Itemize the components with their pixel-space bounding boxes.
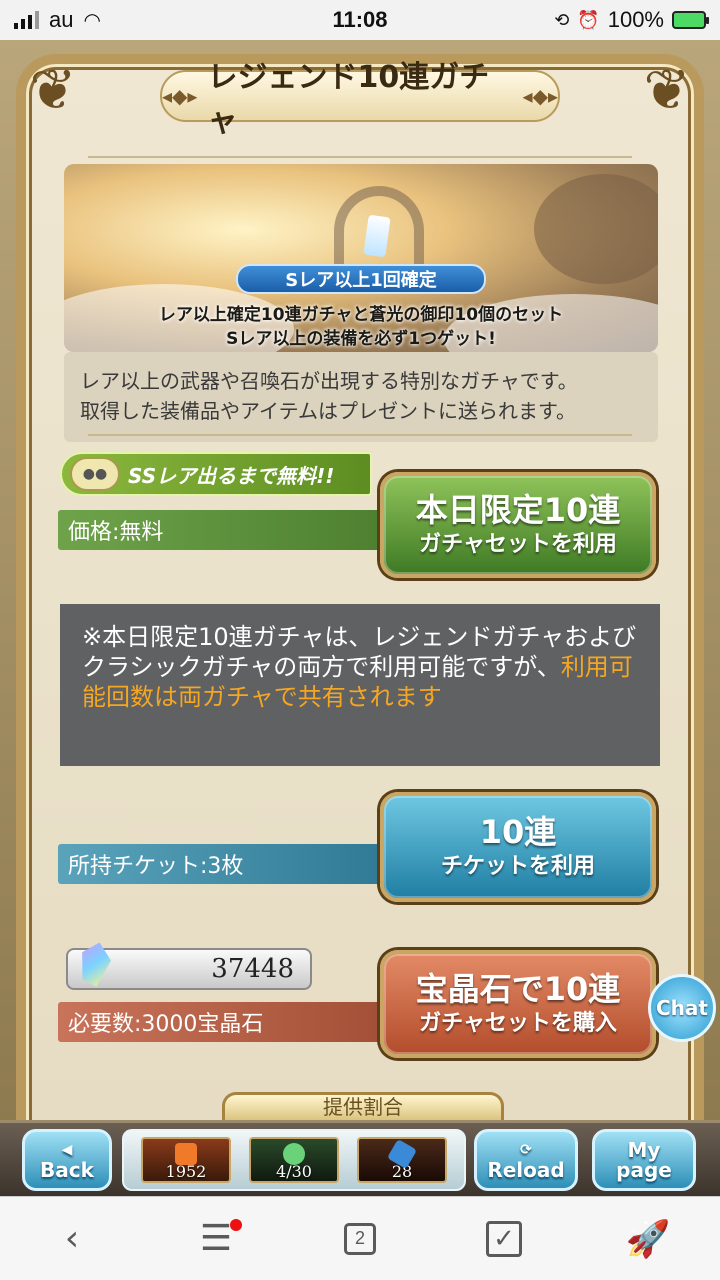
back-button[interactable]: ◀ Back (22, 1129, 112, 1191)
page-title-text: レジェンド10連ガチャ (207, 60, 490, 139)
title-right-ornament-icon: ◂◆▸ (522, 84, 558, 108)
clock: 11:08 (332, 7, 388, 32)
crystal-balance-value: 37448 (211, 954, 294, 984)
signal-icon (14, 11, 39, 29)
page-title: ◂◆▸ レジェンド10連ガチャ ◂◆▸ (160, 60, 560, 139)
daily-10-draw-button[interactable]: 本日限定10連 ガチャセットを利用 (380, 472, 656, 578)
notice-box: ※本日限定10連ガチャは、レジェンドガチャおよびクラシックガチャの両方で利用可能… (60, 604, 660, 766)
tab-count-value: 2 (354, 1228, 365, 1248)
crystal-required-label: 必要数:3000宝晶石 (58, 1002, 398, 1042)
browser-bookmark-button[interactable]: ✓ (464, 1209, 544, 1269)
title-divider (88, 156, 632, 158)
ticket-button-line-1: 10連 (479, 813, 557, 851)
mypage-button[interactable]: My page (592, 1129, 696, 1191)
banner-line-2: Sレア以上の装備を必ず1つゲット! (226, 329, 496, 349)
tabs-icon: 2 (344, 1222, 376, 1255)
notification-dot (230, 1218, 242, 1231)
checkbox-icon: ✓ (486, 1220, 522, 1257)
free-until-ssr-badge: ●● SSレア出るまで無料!! (60, 452, 372, 496)
reload-button[interactable]: ⟳ Reload (474, 1129, 578, 1191)
frame-corner-left-icon: ❦ (29, 58, 77, 123)
crystal-button-line-2: ガチャセットを購入 (419, 1011, 617, 1036)
daily-button-line-2: ガチャセットを利用 (419, 532, 617, 557)
crystal-button-line-1: 宝晶石で10連 (415, 970, 621, 1008)
description-line-2: 取得した装備品やアイテムはプレゼントに送られます。 (80, 399, 576, 423)
frame-corner-right-icon: ❦ (643, 58, 691, 123)
item-shortcuts: 1952 4/30 28 (122, 1129, 466, 1191)
description-divider (88, 434, 632, 436)
browser-rocket-button[interactable]: 🚀 (608, 1209, 688, 1269)
ticket-button-line-2: チケットを利用 (440, 854, 595, 879)
status-bar: au ◠ 11:08 ⟲ ⏰ 100% (0, 0, 720, 40)
wifi-icon: ◠ (83, 9, 101, 32)
orientation-lock-icon: ⟲ (554, 9, 570, 30)
browser-menu-button[interactable]: ☰ (176, 1209, 256, 1269)
daily-price-label: 価格:無料 (58, 510, 398, 550)
battery-percent: 100% (607, 7, 664, 32)
chat-label: Chat (656, 996, 708, 1020)
game-view: ❦ ❦ ◂◆▸ レジェンド10連ガチャ ◂◆▸ Sレア以上1回確定 レア以上確定… (0, 40, 720, 1120)
mypage-line-2: page (616, 1158, 672, 1182)
drop-rates-button[interactable]: 提供割合 (222, 1092, 504, 1120)
title-left-ornament-icon: ◂◆▸ (162, 84, 198, 108)
status-right: ⟲ ⏰ 100% (466, 7, 709, 33)
banner-tag: Sレア以上1回確定 (236, 264, 486, 294)
game-bottom-bar: ◀ Back 1952 4/30 28 ⟳ Reload My page (0, 1120, 720, 1196)
daily-button-line-1: 本日限定10連 (415, 491, 621, 529)
notice-text: ※本日限定10連ガチャは、レジェンドガチャおよびクラシックガチャの両方で利用可能… (82, 623, 637, 681)
ticket-count-text: 所持チケット:3枚 (68, 854, 244, 879)
buy-with-crystals-button[interactable]: 宝晶石で10連 ガチャセットを購入 (380, 950, 656, 1058)
item-slot-3[interactable]: 28 (357, 1137, 447, 1183)
carrier-label: au (49, 7, 74, 32)
back-chevron-icon: ‹ (64, 1218, 80, 1259)
daily-price-text: 価格:無料 (68, 520, 164, 545)
browser-toolbar: ‹ ☰ 2 ✓ 🚀 (0, 1196, 720, 1280)
chat-button[interactable]: Chat (648, 974, 716, 1042)
menu-icon: ☰ (199, 1218, 233, 1259)
item-slot-2[interactable]: 4/30 (249, 1137, 339, 1183)
browser-tabs-button[interactable]: 2 (320, 1209, 400, 1269)
reload-icon: ⟳ (520, 1142, 532, 1158)
free-badge-text: SSレア出るまで無料!! (128, 463, 335, 488)
battery-icon (672, 11, 709, 29)
crystal-required-text: 必要数:3000宝晶石 (68, 1012, 264, 1037)
alarm-icon: ⏰ (577, 9, 600, 30)
browser-back-button[interactable]: ‹ (32, 1209, 112, 1269)
banner-cloud (534, 174, 658, 284)
item-green-icon (283, 1143, 305, 1165)
back-label: Back (40, 1158, 94, 1182)
description-line-1: レア以上の武器や召喚石が出現する特別なガチャです。 (80, 369, 578, 393)
ticket-count-label: 所持チケット:3枚 (58, 844, 398, 884)
reload-label: Reload (487, 1158, 565, 1182)
item-orange-icon (175, 1143, 197, 1165)
mypage-line-1: My (627, 1138, 661, 1162)
use-ticket-button[interactable]: 10連 チケットを利用 (380, 792, 656, 902)
rocket-icon: 🚀 (625, 1218, 671, 1260)
mascot-face-icon: ●● (70, 457, 120, 491)
gacha-banner[interactable]: Sレア以上1回確定 レア以上確定10連ガチャと蒼光の御印10個のセット Sレア以… (64, 164, 658, 352)
banner-line-1: レア以上確定10連ガチャと蒼光の御印10個のセット (158, 305, 564, 325)
gacha-description: レア以上の武器や召喚石が出現する特別なガチャです。 取得した装備品やアイテムはプ… (64, 352, 658, 442)
back-arrow-icon: ◀ (61, 1142, 73, 1158)
drop-rates-text: 提供割合 (323, 1095, 403, 1119)
status-left: au ◠ (14, 7, 254, 33)
item-slot-1[interactable]: 1952 (141, 1137, 231, 1183)
